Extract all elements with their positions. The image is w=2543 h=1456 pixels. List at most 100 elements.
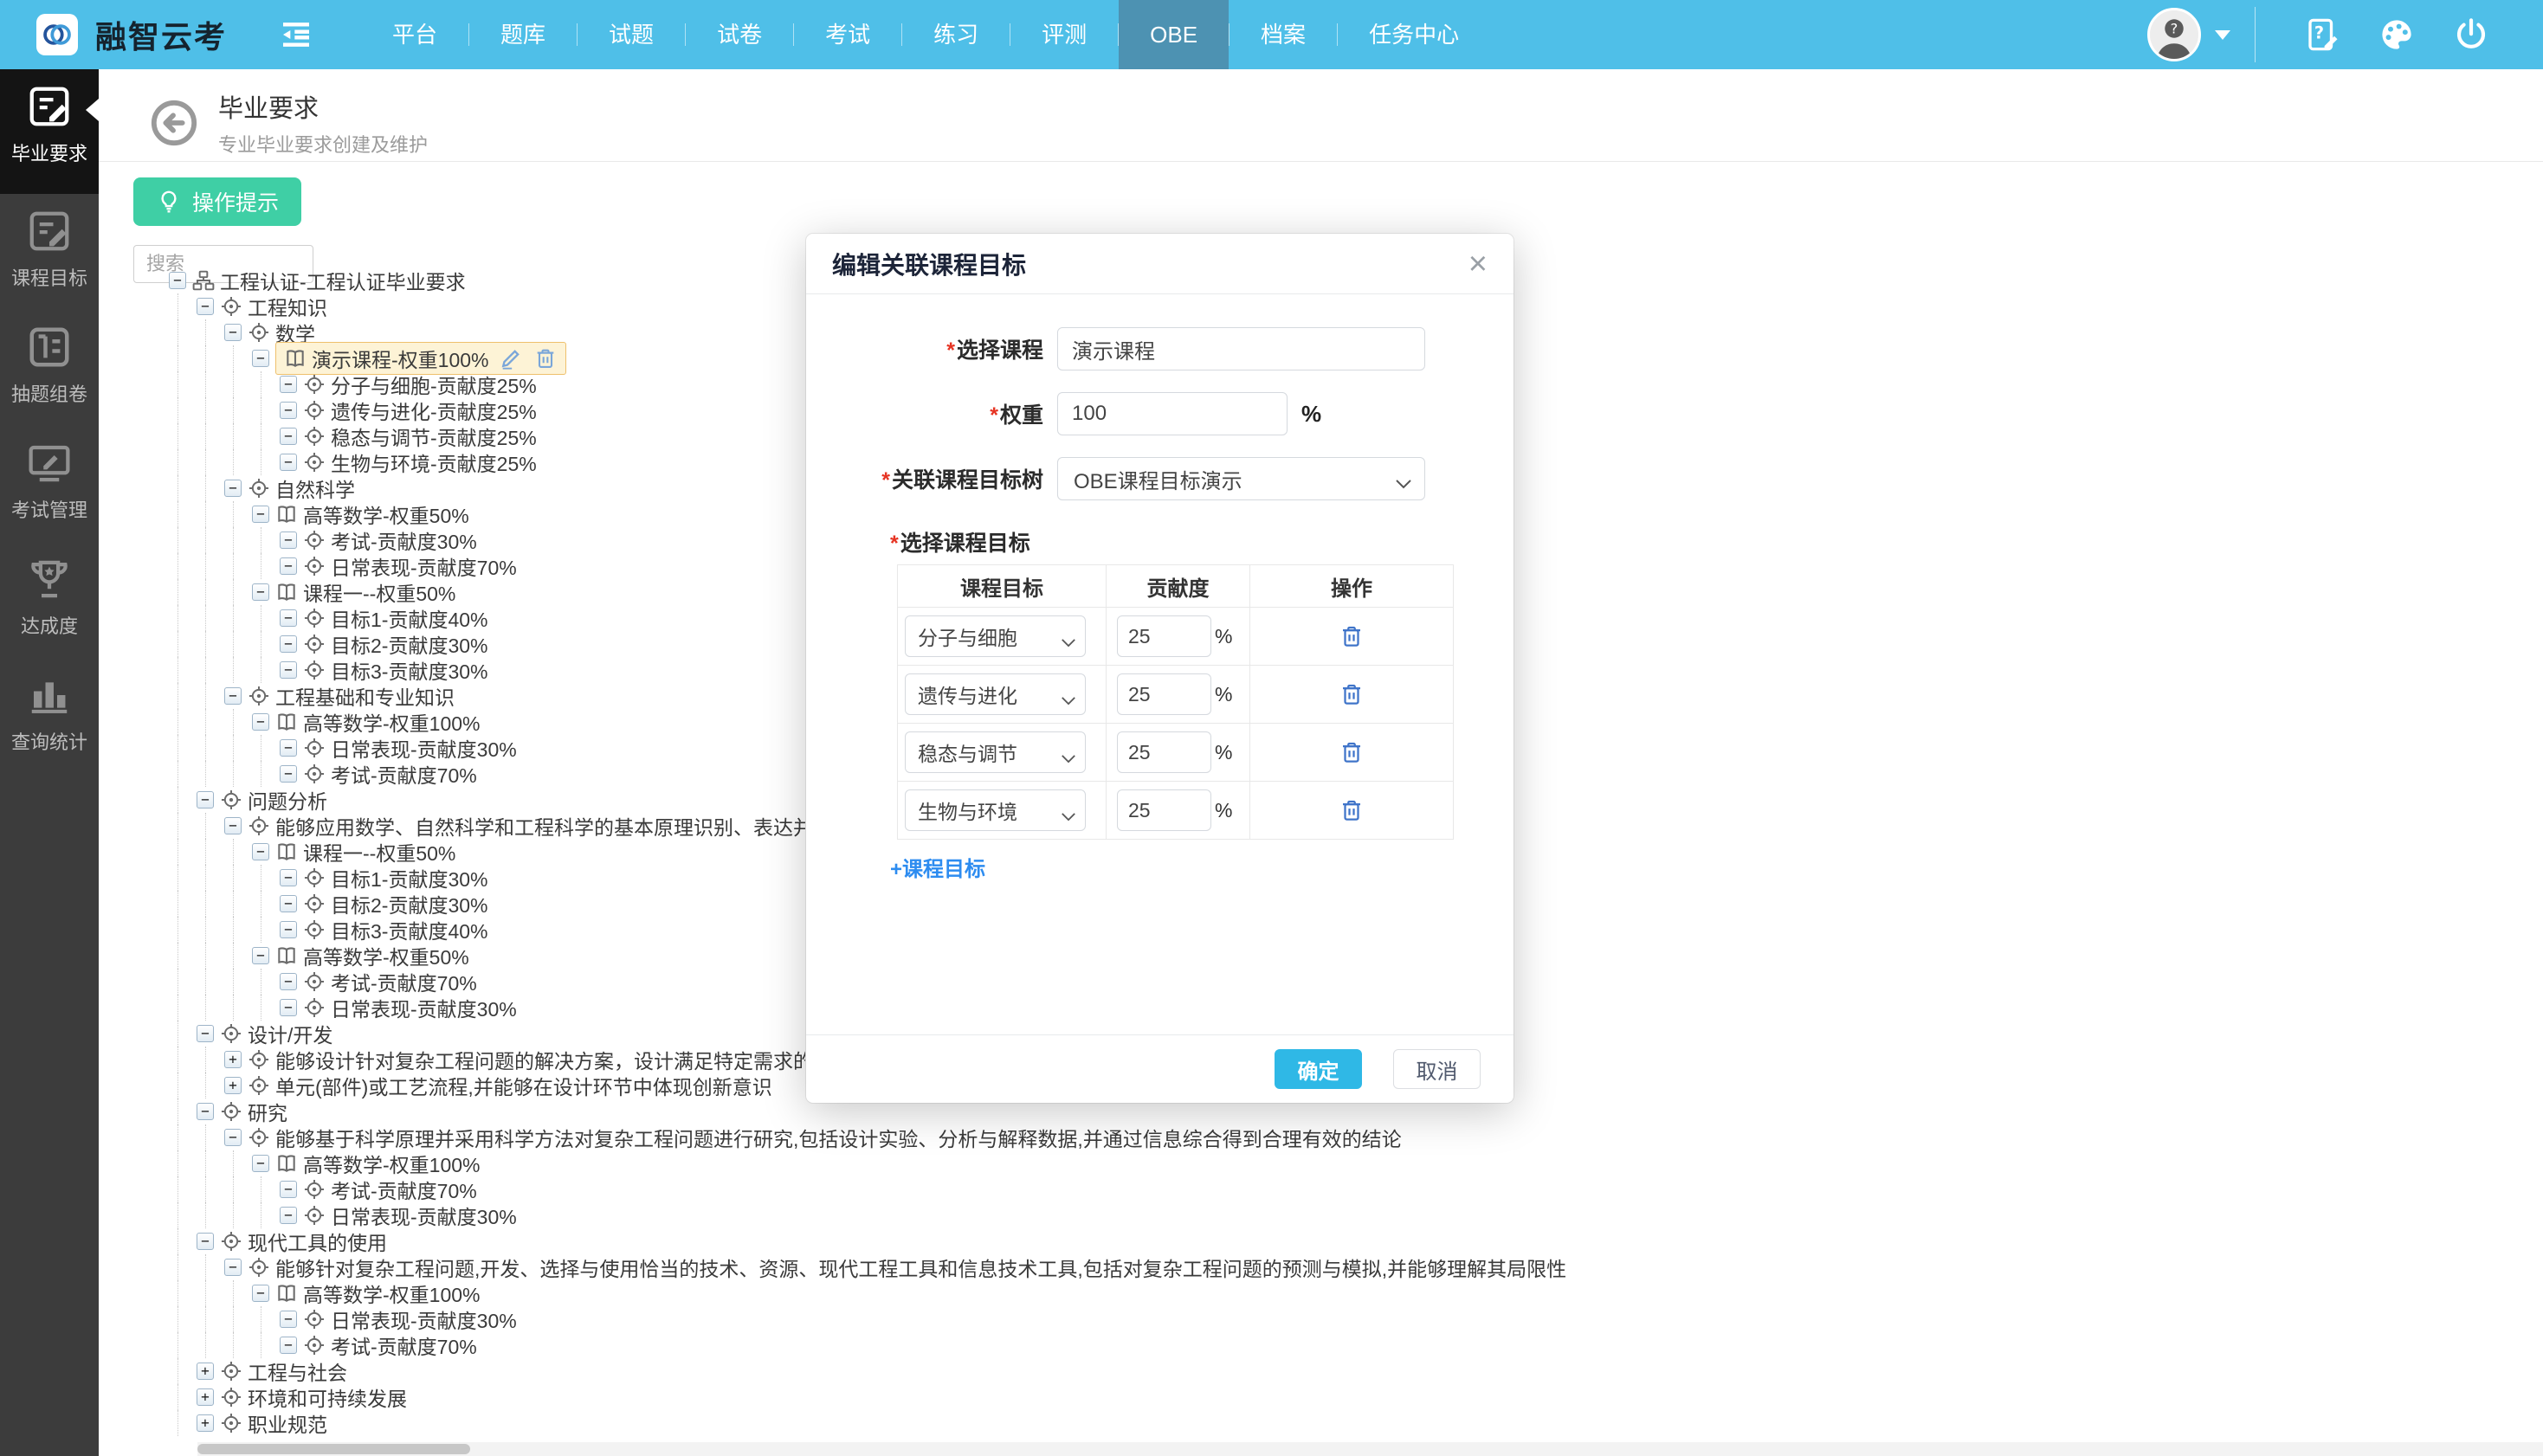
- tree-node[interactable]: 能够设计针对复杂工程问题的解决方案，设计满足特定需求的系统: [248, 1045, 853, 1074]
- sidebar-item-graduation-requirements[interactable]: 毕业要求: [0, 69, 99, 194]
- collapse-toggle[interactable]: −: [252, 506, 269, 523]
- sidebar-item-exam-management[interactable]: 考试管理: [0, 426, 99, 542]
- tree-node[interactable]: 日常表现-贡献度30%: [303, 1305, 517, 1334]
- collapse-toggle[interactable]: −: [197, 298, 214, 315]
- collapse-toggle[interactable]: −: [280, 739, 297, 757]
- tree-node[interactable]: 设计/开发: [220, 1019, 332, 1048]
- logout-power-icon[interactable]: [2453, 16, 2489, 53]
- collapse-toggle[interactable]: −: [280, 765, 297, 783]
- collapse-toggle[interactable]: −: [252, 1285, 269, 1302]
- delete-node-icon[interactable]: [533, 346, 558, 370]
- collapse-toggle[interactable]: −: [280, 454, 297, 471]
- collapse-toggle[interactable]: −: [280, 661, 297, 679]
- collapse-toggle[interactable]: −: [280, 402, 297, 419]
- tree-node[interactable]: 高等数学-权重100%: [275, 1149, 480, 1178]
- collapse-menu-icon[interactable]: [279, 17, 313, 52]
- collapse-toggle[interactable]: −: [280, 609, 297, 627]
- collapse-toggle[interactable]: −: [280, 921, 297, 938]
- collapse-toggle[interactable]: −: [224, 480, 242, 497]
- sidebar-item-achievement[interactable]: 达成度: [0, 542, 99, 658]
- nav-item-question-bank[interactable]: 题库: [469, 0, 577, 69]
- nav-item-evaluation[interactable]: 评测: [1010, 0, 1118, 69]
- collapse-toggle[interactable]: −: [280, 869, 297, 886]
- nav-item-task-center[interactable]: 任务中心: [1338, 0, 1490, 69]
- collapse-toggle[interactable]: −: [252, 843, 269, 860]
- nav-item-papers[interactable]: 试卷: [686, 0, 793, 69]
- collapse-toggle[interactable]: −: [224, 1129, 242, 1146]
- nav-item-exam[interactable]: 考试: [794, 0, 901, 69]
- contribution-input[interactable]: [1117, 789, 1211, 831]
- tree-node[interactable]: 自然科学: [248, 474, 355, 503]
- collapse-toggle[interactable]: −: [197, 791, 214, 809]
- collapse-toggle[interactable]: −: [252, 947, 269, 964]
- tree-node[interactable]: 能够针对复杂工程问题,开发、选择与使用恰当的技术、资源、现代工程工具和信息技术工…: [248, 1253, 1566, 1282]
- tree-node[interactable]: 遗传与进化-贡献度25%: [303, 396, 537, 425]
- collapse-toggle[interactable]: −: [197, 1233, 214, 1250]
- collapse-toggle[interactable]: −: [280, 557, 297, 575]
- tree-node[interactable]: 日常表现-贡献度30%: [303, 993, 517, 1022]
- collapse-toggle[interactable]: −: [252, 1155, 269, 1172]
- contribution-input[interactable]: [1117, 673, 1211, 715]
- nav-item-practice[interactable]: 练习: [902, 0, 1010, 69]
- expand-toggle[interactable]: +: [224, 1051, 242, 1068]
- tree-node[interactable]: 目标2-贡献度30%: [303, 889, 487, 918]
- tree-node[interactable]: 考试-贡献度70%: [303, 1175, 477, 1204]
- tree-node[interactable]: 目标3-贡献度30%: [303, 655, 487, 685]
- sidebar-item-course-objectives[interactable]: 课程目标: [0, 194, 99, 310]
- expand-toggle[interactable]: +: [224, 1077, 242, 1094]
- back-button[interactable]: [149, 98, 199, 148]
- tree-node[interactable]: 目标3-贡献度40%: [303, 915, 487, 944]
- add-objective-link[interactable]: +课程目标: [890, 852, 1514, 882]
- collapse-toggle[interactable]: −: [197, 1103, 214, 1120]
- collapse-toggle[interactable]: −: [252, 713, 269, 731]
- collapse-toggle[interactable]: −: [197, 1025, 214, 1042]
- tree-node[interactable]: 日常表现-贡献度30%: [303, 1201, 517, 1230]
- objective-select[interactable]: 稳态与调节: [905, 731, 1086, 773]
- nav-item-obe[interactable]: OBE: [1119, 0, 1229, 69]
- tree-node[interactable]: 工程与社会: [220, 1356, 347, 1386]
- tree-node[interactable]: 目标1-贡献度40%: [303, 603, 487, 633]
- tree-node[interactable]: 能够基于科学原理并采用科学方法对复杂工程问题进行研究,包括设计实验、分析与解释数…: [248, 1123, 1402, 1152]
- expand-toggle[interactable]: +: [197, 1388, 214, 1406]
- confirm-button[interactable]: 确定: [1275, 1049, 1362, 1089]
- tree-node[interactable]: 生物与环境-贡献度25%: [303, 448, 537, 477]
- operation-tips-button[interactable]: 操作提示: [133, 177, 301, 226]
- contribution-input[interactable]: [1117, 615, 1211, 657]
- nav-item-archive[interactable]: 档案: [1230, 0, 1337, 69]
- delete-objective-icon[interactable]: [1251, 609, 1452, 664]
- cancel-button[interactable]: 取消: [1393, 1049, 1481, 1089]
- tree-node[interactable]: 现代工具的使用: [220, 1227, 387, 1256]
- tree-node[interactable]: 高等数学-权重100%: [275, 1279, 480, 1308]
- collapse-toggle[interactable]: −: [280, 1207, 297, 1224]
- collapse-toggle[interactable]: −: [280, 895, 297, 912]
- collapse-toggle[interactable]: −: [224, 324, 242, 341]
- collapse-toggle[interactable]: −: [169, 272, 186, 289]
- collapse-toggle[interactable]: −: [224, 687, 242, 705]
- tree-node[interactable]: 分子与细胞-贡献度25%: [303, 370, 537, 399]
- course-input[interactable]: [1057, 327, 1425, 370]
- tree-node[interactable]: 高等数学-权重50%: [275, 499, 469, 529]
- collapse-toggle[interactable]: −: [252, 350, 269, 367]
- sidebar-item-query-statistics[interactable]: 查询统计: [0, 658, 99, 774]
- tree-node[interactable]: 职业规范: [220, 1408, 327, 1437]
- tree-node[interactable]: 高等数学-权重50%: [275, 941, 469, 970]
- user-menu-caret-icon[interactable]: [2215, 30, 2230, 40]
- tree-node[interactable]: 课程一--权重50%: [275, 837, 455, 867]
- horizontal-scrollbar-thumb[interactable]: [197, 1444, 470, 1454]
- collapse-toggle[interactable]: −: [224, 817, 242, 834]
- collapse-toggle[interactable]: −: [280, 428, 297, 445]
- tree-node[interactable]: 考试-贡献度70%: [303, 1330, 477, 1360]
- collapse-toggle[interactable]: −: [280, 1181, 297, 1198]
- weight-input[interactable]: [1057, 392, 1288, 435]
- tree-node[interactable]: 能够应用数学、自然科学和工程科学的基本原理识别、表达并通过文献: [248, 811, 893, 841]
- tree-node[interactable]: 高等数学-权重100%: [275, 707, 480, 737]
- objective-select[interactable]: 生物与环境: [905, 789, 1086, 831]
- close-icon[interactable]: ×: [1468, 248, 1488, 280]
- tree-node[interactable]: 问题分析: [220, 785, 327, 815]
- objective-tree-select[interactable]: OBE课程目标演示: [1057, 457, 1425, 500]
- delete-objective-icon[interactable]: [1251, 783, 1452, 838]
- collapse-toggle[interactable]: −: [280, 973, 297, 990]
- tree-node[interactable]: 稳态与调节-贡献度25%: [303, 422, 537, 451]
- objective-select[interactable]: 遗传与进化: [905, 673, 1086, 715]
- help-doc-icon[interactable]: ?: [2304, 16, 2340, 53]
